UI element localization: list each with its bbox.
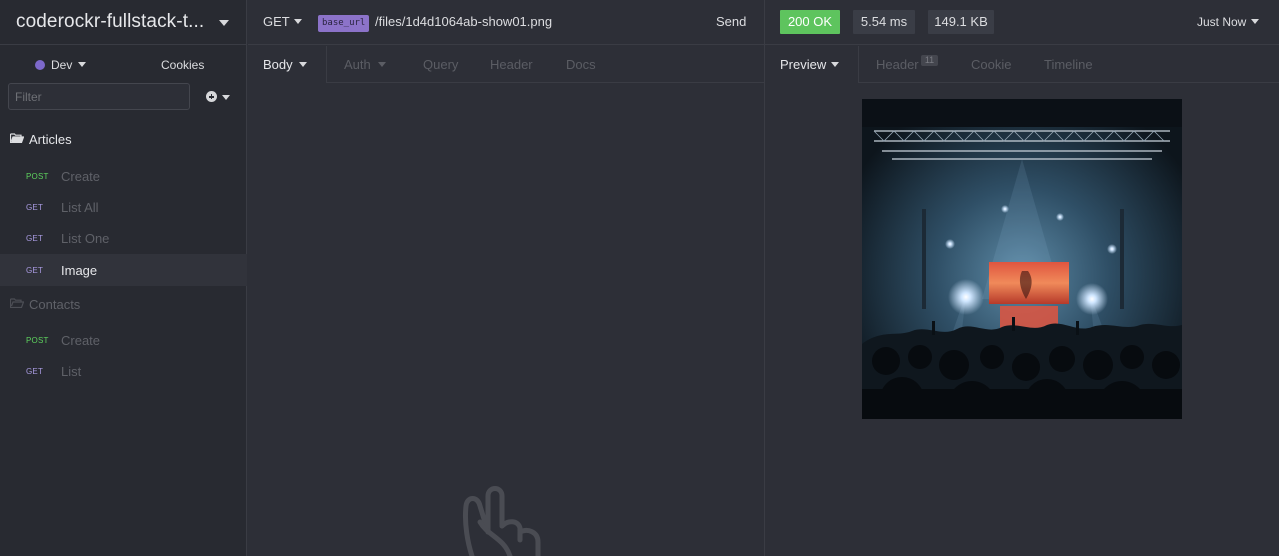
chevron-down-icon[interactable] xyxy=(78,62,86,67)
request-item-active[interactable]: GET Image xyxy=(0,254,247,286)
header-count-badge: 11 xyxy=(921,55,938,66)
chevron-down-icon[interactable] xyxy=(222,95,230,100)
filter-input[interactable] xyxy=(8,83,190,110)
method-badge: GET xyxy=(26,266,44,275)
request-item[interactable]: GET List All xyxy=(0,191,247,223)
environment-color-dot xyxy=(35,60,45,70)
url-variable-tag[interactable]: base_url xyxy=(318,15,370,32)
tab-auth[interactable]: Auth xyxy=(344,57,371,72)
preview-image xyxy=(862,99,1182,419)
request-name: Create xyxy=(61,333,101,348)
url-input[interactable]: /files/1d4d1064ab-show01.png xyxy=(375,14,552,29)
method-badge: GET xyxy=(26,234,44,243)
tab-response-header[interactable]: Header xyxy=(876,57,919,72)
chevron-down-icon[interactable] xyxy=(1251,19,1259,24)
pane-divider[interactable] xyxy=(764,0,765,556)
tab-preview-label[interactable]: Preview xyxy=(780,57,826,72)
method-select[interactable]: GET xyxy=(263,14,290,29)
request-item[interactable]: POST Create xyxy=(0,160,247,192)
method-badge: POST xyxy=(26,336,49,345)
tab-body-label[interactable]: Body xyxy=(263,57,293,72)
folder-label: Contacts xyxy=(29,297,81,312)
peace-hand-icon xyxy=(463,486,541,556)
response-history-selector[interactable]: Just Now xyxy=(1197,15,1246,29)
tab-header[interactable]: Header xyxy=(490,57,533,72)
folder-label: Articles xyxy=(29,132,72,147)
request-name: Create xyxy=(61,169,101,184)
chevron-down-icon[interactable] xyxy=(294,19,302,24)
environment-selector[interactable]: Dev xyxy=(51,58,72,72)
request-item[interactable]: POST Create xyxy=(0,324,247,356)
request-item[interactable]: GET List One xyxy=(0,222,247,254)
method-badge: GET xyxy=(26,203,44,212)
workspace-title[interactable]: coderockr-fullstack-t... xyxy=(16,11,204,33)
request-name: List All xyxy=(61,200,99,215)
response-size: 149.1 KB xyxy=(928,10,994,34)
request-name: List One xyxy=(61,231,110,246)
plus-circle-icon[interactable] xyxy=(206,91,217,102)
send-button[interactable]: Send xyxy=(716,14,746,29)
chevron-down-icon[interactable] xyxy=(831,62,839,67)
folder-articles[interactable]: Articles xyxy=(0,125,247,155)
response-time: 5.54 ms xyxy=(853,10,915,34)
chevron-down-icon[interactable] xyxy=(219,20,229,26)
tab-timeline[interactable]: Timeline xyxy=(1044,57,1093,72)
request-name: List xyxy=(61,364,82,379)
request-item[interactable]: GET List xyxy=(0,355,247,387)
tab-query[interactable]: Query xyxy=(423,57,458,72)
request-name: Image xyxy=(61,263,98,278)
chevron-down-icon[interactable] xyxy=(299,62,307,67)
tab-docs[interactable]: Docs xyxy=(566,57,596,72)
folder-contacts[interactable]: Contacts xyxy=(0,290,247,320)
tab-cookie[interactable]: Cookie xyxy=(971,57,1011,72)
cookies-button[interactable]: Cookies xyxy=(161,58,204,72)
method-badge: GET xyxy=(26,367,44,376)
folder-icon xyxy=(10,298,24,308)
chevron-down-icon[interactable] xyxy=(378,62,386,67)
method-badge: POST xyxy=(26,172,49,181)
folder-open-icon xyxy=(10,133,24,143)
status-badge: 200 OK xyxy=(780,10,840,34)
